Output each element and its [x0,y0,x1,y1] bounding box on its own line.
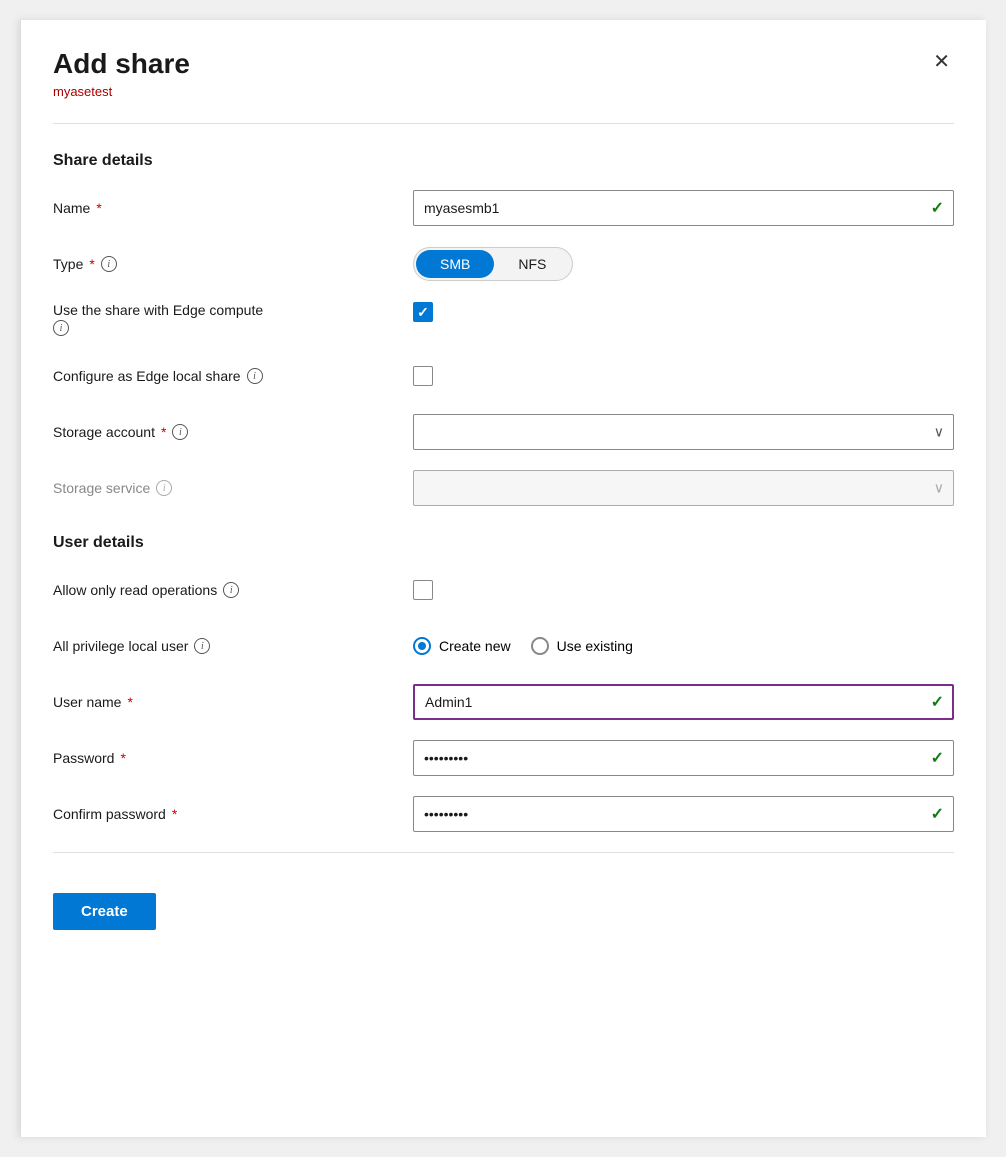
edge-local-label-text: Configure as Edge local share [53,368,241,384]
type-toggle: SMB NFS [413,247,573,281]
edge-local-row: Configure as Edge local share i [53,358,954,394]
password-input[interactable] [413,740,954,776]
use-existing-label: Use existing [557,638,633,654]
privilege-label: All privilege local user i [53,638,413,654]
username-label: User name * [53,694,413,710]
password-row: Password * ✓ [53,740,954,776]
storage-service-row: Storage service i ∨ [53,470,954,506]
edge-local-info-icon[interactable]: i [247,368,263,384]
storage-account-label-text: Storage account [53,424,155,440]
share-details-section-title: Share details [53,152,954,170]
panel-header: Add share ✕ [53,48,954,80]
storage-service-control: ∨ [413,470,954,506]
edge-compute-checkbox[interactable]: ✓ [413,302,433,322]
type-nfs-option[interactable]: NFS [494,250,570,278]
storage-service-label-text: Storage service [53,480,150,496]
create-new-radio-dot [418,642,426,650]
type-label-text: Type [53,256,83,272]
edge-compute-row: Use the share with Edge compute i ✓ [53,302,954,338]
privilege-radio-control: Create new Use existing [413,637,954,655]
password-required: * [120,750,125,766]
name-control: ✓ [413,190,954,226]
confirm-password-control: ✓ [413,796,954,832]
read-ops-row: Allow only read operations i [53,572,954,608]
create-new-option[interactable]: Create new [413,637,511,655]
storage-service-select[interactable] [413,470,954,506]
confirm-password-input[interactable] [413,796,954,832]
footer-divider [53,852,954,853]
panel-subtitle: myasetest [53,84,954,99]
create-new-label: Create new [439,638,511,654]
panel-title: Add share [53,48,190,80]
privilege-radio-group: Create new Use existing [413,637,954,655]
edge-compute-checkbox-control: ✓ [413,302,954,322]
username-input[interactable] [413,684,954,720]
privilege-row: All privilege local user i Create new Us… [53,628,954,664]
privilege-label-text: All privilege local user [53,638,188,654]
type-label: Type * i [53,256,413,272]
password-label: Password * [53,750,413,766]
password-control: ✓ [413,740,954,776]
username-required: * [127,694,132,710]
storage-account-select-wrapper: ∨ [413,414,954,450]
storage-account-control: ∨ [413,414,954,450]
privilege-info-icon[interactable]: i [194,638,210,654]
edge-compute-label-block: Use the share with Edge compute i [53,302,413,336]
type-control: SMB NFS [413,247,954,281]
create-button[interactable]: Create [53,893,156,930]
read-ops-checkbox[interactable] [413,580,433,600]
storage-account-row: Storage account * i ∨ [53,414,954,450]
edge-local-label: Configure as Edge local share i [53,368,413,384]
storage-service-label: Storage service i [53,480,413,496]
storage-account-required: * [161,424,166,440]
storage-account-label: Storage account * i [53,424,413,440]
read-ops-checkbox-control [413,580,954,600]
type-info-icon[interactable]: i [101,256,117,272]
password-check-icon: ✓ [931,748,944,768]
read-ops-info-icon[interactable]: i [223,582,239,598]
username-row: User name * ✓ [53,684,954,720]
add-share-panel: Add share ✕ myasetest Share details Name… [20,20,986,1137]
read-ops-label-text: Allow only read operations [53,582,217,598]
confirm-password-row: Confirm password * ✓ [53,796,954,832]
name-check-icon: ✓ [931,198,944,218]
create-new-radio-circle [413,637,431,655]
storage-account-info-icon[interactable]: i [172,424,188,440]
edge-local-checkbox[interactable] [413,366,433,386]
type-smb-option[interactable]: SMB [416,250,494,278]
storage-account-select[interactable] [413,414,954,450]
header-divider [53,123,954,124]
use-existing-radio-circle [531,637,549,655]
username-control: ✓ [413,684,954,720]
name-row: Name * ✓ [53,190,954,226]
name-input[interactable] [413,190,954,226]
edge-local-checkbox-control [413,366,954,386]
password-label-text: Password [53,750,114,766]
close-button[interactable]: ✕ [929,48,954,76]
confirm-password-label-text: Confirm password [53,806,166,822]
username-label-text: User name [53,694,121,710]
edge-compute-info-icon[interactable]: i [53,320,69,336]
edge-compute-info: i [53,320,413,336]
type-row: Type * i SMB NFS [53,246,954,282]
confirm-password-required: * [172,806,177,822]
confirm-password-check-icon: ✓ [931,804,944,824]
name-required: * [96,200,101,216]
storage-service-select-wrapper: ∨ [413,470,954,506]
storage-service-info-icon[interactable]: i [156,480,172,496]
edge-compute-label-text: Use the share with Edge compute [53,302,413,318]
use-existing-option[interactable]: Use existing [531,637,633,655]
read-ops-label: Allow only read operations i [53,582,413,598]
type-required: * [89,256,94,272]
name-label: Name * [53,200,413,216]
edge-compute-check-mark: ✓ [417,304,429,321]
name-label-text: Name [53,200,90,216]
user-details-section-title: User details [53,534,954,552]
username-check-icon: ✓ [931,692,944,712]
confirm-password-label: Confirm password * [53,806,413,822]
